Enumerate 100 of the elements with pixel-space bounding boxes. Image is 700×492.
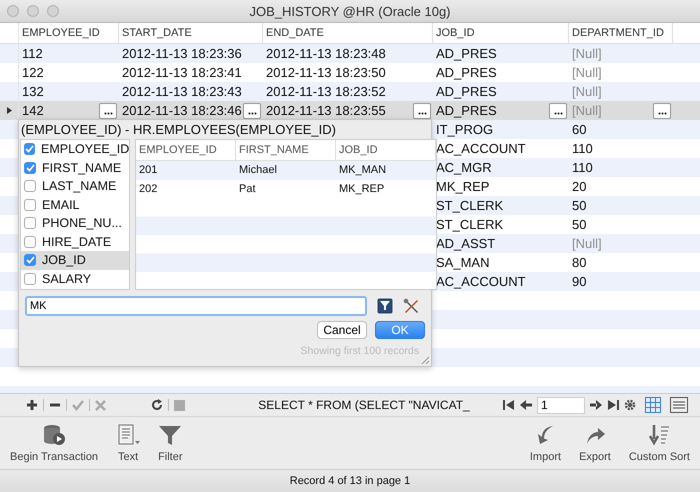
field-label[interactable]: FIRST_NAME [42,160,122,175]
column-header[interactable]: EMPLOYEE_ID [22,27,100,39]
table-cell: AC_ACCOUNT [436,141,526,156]
column-header[interactable]: JOB_ID [336,140,436,160]
table-cell: AD_PRES [436,84,497,99]
table-cell: 110 [572,141,593,156]
checkbox[interactable] [24,254,36,266]
column-header[interactable]: END_DATE [266,27,324,39]
table-cell: [Null] [572,46,602,61]
last-page-icon[interactable] [606,399,619,411]
table-cell: 20 [572,179,586,194]
toolbar-button[interactable]: Text [112,423,144,463]
next-page-icon[interactable] [590,399,602,411]
table-cell-text: MK_MAN [338,163,388,178]
search-field[interactable]: MK [25,296,367,316]
toolbar-button[interactable]: Custom Sort [624,423,694,463]
toolbar-button[interactable]: Export [575,423,615,463]
table-cell-text: Pat [238,182,257,197]
table-cell: 2012-11-13 18:23:48 [266,46,386,61]
settings-icon[interactable] [624,399,636,411]
column-header[interactable]: DEPARTMENT_ID [572,27,664,39]
field-label[interactable]: LAST_NAME [42,179,116,194]
table-cell: 122 [22,65,44,80]
check-icon[interactable] [72,399,84,411]
more-button[interactable] [413,102,431,118]
table-cell: [Null] [572,84,602,99]
table-cell: 90 [572,274,586,289]
table-cell: 2012-11-13 18:23:50 [266,65,386,80]
field-label[interactable]: PHONE_NU... [42,216,122,230]
table-cell: 2012-11-13 18:23:55 [266,103,386,118]
resize-grip-icon[interactable] [421,356,429,364]
checkbox[interactable] [24,143,35,156]
table-cell: AD_ASST [436,236,496,251]
checkbox[interactable] [24,198,36,211]
table-cell-text: 202 [138,182,158,197]
table-cell: ST_CLERK [436,198,504,213]
column-header[interactable]: JOB_ID [436,27,475,39]
more-button[interactable] [549,102,567,118]
field-label[interactable]: SALARY [42,272,92,286]
filter-icon [158,423,182,447]
column-header[interactable]: EMPLOYEE_ID [136,140,236,160]
table-cell: 142 [22,103,44,118]
table-cell: 132 [22,84,44,99]
filter-icon[interactable] [377,298,393,314]
table-cell: 2012-11-13 18:23:41 [122,65,242,80]
field-label[interactable]: HIRE_DATE [42,234,112,249]
more-button[interactable] [653,102,671,118]
tools-icon[interactable] [403,298,420,314]
table-cell: MK_REP [436,179,490,194]
table-cell: ST_CLERK [436,217,504,232]
checkbox[interactable] [24,217,36,230]
checkbox[interactable] [24,236,36,248]
table-cell: SA_MAN [436,255,490,270]
sql-query: SELECT * FROM (SELECT "NAVICAT_ [258,398,470,412]
toolbar-button[interactable]: Begin Transaction [6,423,102,463]
table-cell: AD_PRES [436,46,497,61]
first-page-icon[interactable] [502,399,515,411]
more-button[interactable] [99,102,117,118]
table-cell: 80 [572,255,586,270]
current-row-icon [6,107,12,114]
previous-page-icon[interactable] [520,399,532,411]
refresh-icon[interactable] [151,399,163,411]
ellipsis-icon [248,112,256,114]
table-cell: 2012-11-13 18:23:36 [122,46,242,61]
ellipsis-icon [554,112,562,114]
dialog-button[interactable]: Cancel [317,321,367,339]
popup-title: (EMPLOYEE_ID) - HR.EMPLOYEES(EMPLOYEE_ID) [20,121,337,139]
add-icon[interactable] [26,399,38,411]
grid-view-icon[interactable] [644,397,661,413]
more-button[interactable] [243,102,261,118]
table-cell: 2012-11-13 18:23:43 [122,84,242,99]
table-cell: 50 [572,217,586,232]
database-play-icon [42,423,66,447]
table-cell: [Null] [572,65,602,80]
checkbox[interactable] [24,180,36,192]
ellipsis-icon [658,112,666,114]
table-cell: [Null] [572,103,602,118]
table-cell: AD_PRES [436,65,497,80]
field-label[interactable]: EMAIL [42,198,80,212]
table-cell: AD_PRES [436,103,497,118]
table-cell: 60 [572,122,586,137]
table-cell: IT_PROG [436,122,494,137]
page-field[interactable]: 1 [536,396,585,414]
column-header[interactable]: FIRST_NAME [236,140,336,160]
table-cell-text: MK_REP [338,182,386,197]
toolbar-button[interactable]: Filter [154,423,187,463]
table-cell: 2012-11-13 18:23:52 [266,84,386,99]
window-title: JOB_HISTORY @HR (Oracle 10g) [249,4,451,18]
table-cell: 110 [572,160,593,175]
field-label[interactable]: EMPLOYEE_ID [41,142,130,156]
checkbox[interactable] [24,162,36,174]
table-cell: 112 [22,46,43,61]
table-cell: AC_MGR [436,160,492,175]
toolbar-button[interactable]: Import [526,423,566,463]
table-cell: AC_ACCOUNT [436,274,526,289]
status-text: Record 4 of 13 in page 1 [290,475,410,487]
checkbox[interactable] [24,272,36,285]
column-header[interactable]: START_DATE [122,27,192,39]
form-view-icon[interactable] [670,397,688,413]
sort-icon [647,423,672,447]
